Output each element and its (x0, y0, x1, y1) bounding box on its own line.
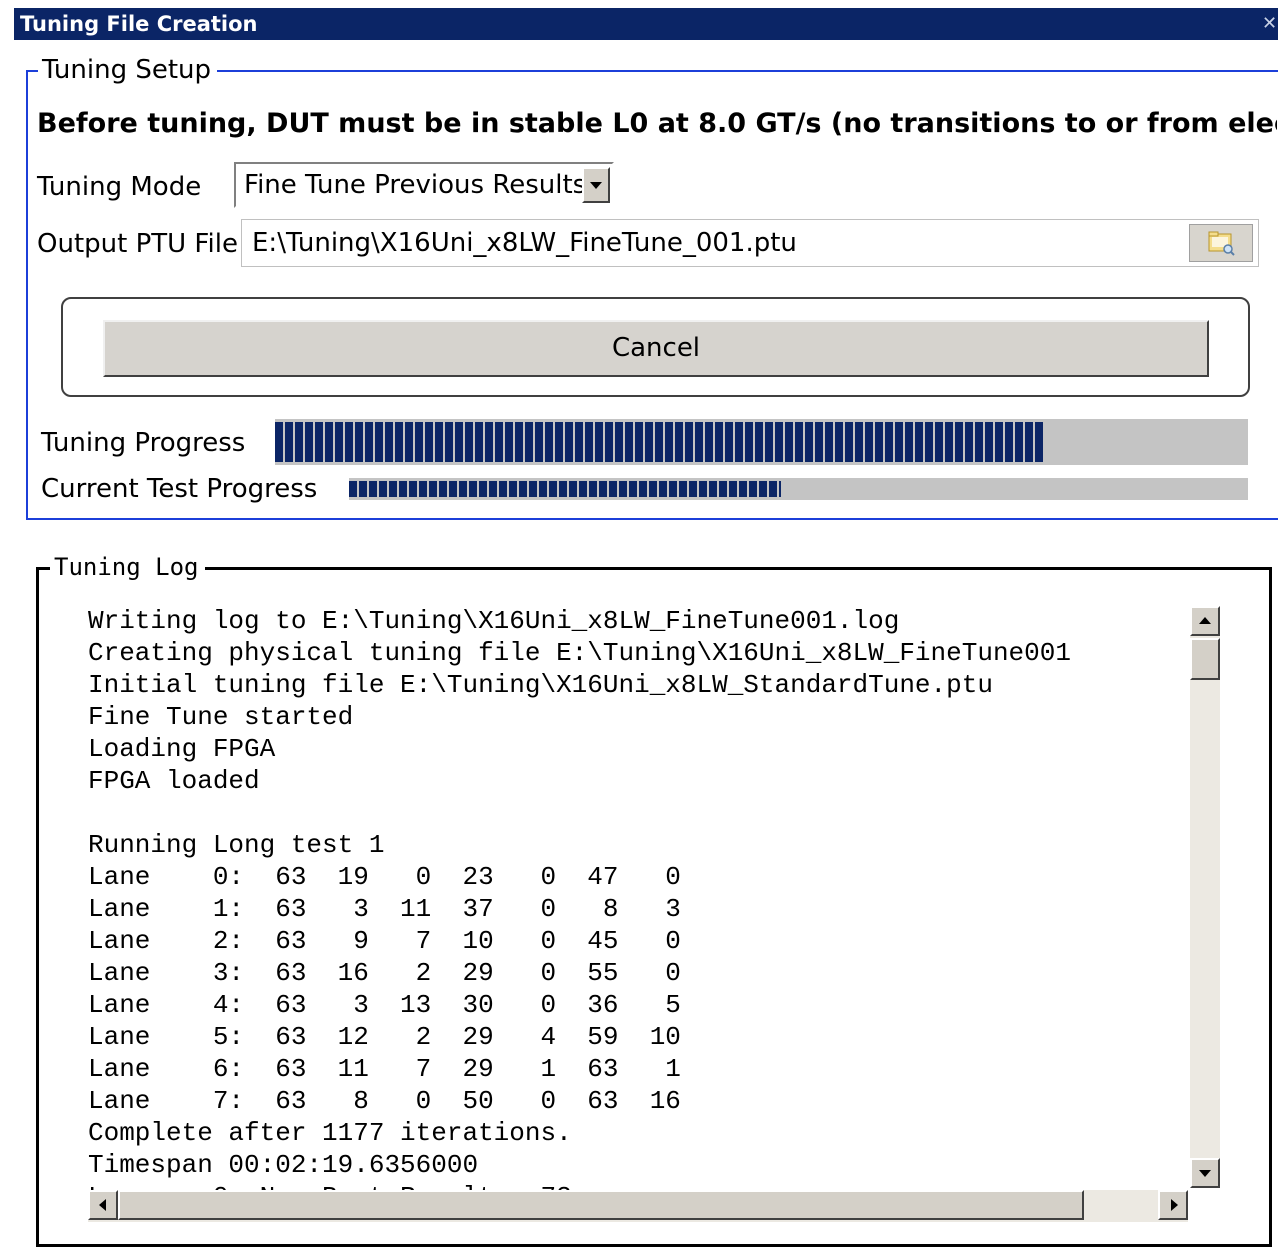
horizontal-scroll-thumb[interactable] (118, 1190, 1084, 1220)
chevron-down-icon[interactable] (582, 167, 610, 203)
log-line: Lane 5: 63 12 2 29 4 59 10 (88, 1022, 681, 1052)
dut-warning-text: Before tuning, DUT must be in stable L0 … (37, 108, 1277, 139)
current-test-progress-fill (349, 481, 781, 497)
log-vertical-scrollbar[interactable] (1190, 606, 1220, 1188)
tuning-setup-legend: Tuning Setup (38, 54, 218, 86)
scroll-right-icon[interactable] (1158, 1190, 1188, 1220)
window-title: Tuning File Creation (20, 12, 258, 36)
log-line: Lane 1: 63 3 11 37 0 8 3 (88, 894, 681, 924)
tuning-log-legend: Tuning Log (50, 553, 205, 581)
log-line: FPGA loaded (88, 766, 260, 796)
log-line: Creating physical tuning file E:\Tuning\… (88, 638, 1071, 668)
scroll-up-icon[interactable] (1190, 606, 1220, 636)
scroll-thumb[interactable] (1190, 638, 1220, 680)
tuning-progress-label: Tuning Progress (41, 428, 246, 458)
tuning-log-text[interactable]: Writing log to E:\Tuning\X16Uni_x8LW_Fin… (88, 605, 1180, 1197)
log-line: Lane 7: 63 8 0 50 0 63 16 (88, 1086, 681, 1116)
folder-browse-icon (1208, 231, 1235, 256)
current-test-progress-bar (349, 478, 1248, 500)
log-line: Loading FPGA (88, 734, 276, 764)
log-line: Fine Tune started (88, 702, 354, 732)
log-line: Complete after 1177 iterations. (88, 1118, 572, 1148)
browse-button[interactable] (1189, 224, 1253, 262)
current-test-progress-label: Current Test Progress (41, 474, 318, 504)
close-icon[interactable]: ✕ (1262, 8, 1276, 40)
scroll-left-icon[interactable] (88, 1190, 118, 1220)
tuning-mode-label: Tuning Mode (37, 172, 202, 202)
log-horizontal-scrollbar[interactable] (88, 1190, 1188, 1222)
tuning-mode-value: Fine Tune Previous Results (244, 170, 587, 200)
log-line: Lane 0: 63 19 0 23 0 47 0 (88, 862, 681, 892)
log-line: Lane 2: 63 9 7 10 0 45 0 (88, 926, 681, 956)
output-ptu-value: E:\Tuning\X16Uni_x8LW_FineTune_001.ptu (252, 228, 797, 258)
log-line: Timespan 00:02:19.6356000 (88, 1150, 479, 1180)
log-line: Lane 3: 63 16 2 29 0 55 0 (88, 958, 681, 988)
output-ptu-label: Output PTU File (37, 229, 238, 259)
cancel-button[interactable]: Cancel (103, 320, 1209, 377)
log-line: Initial tuning file E:\Tuning\X16Uni_x8L… (88, 670, 993, 700)
log-line: Running Long test 1 (88, 830, 385, 860)
tuning-progress-bar (275, 419, 1248, 465)
tuning-mode-select[interactable]: Fine Tune Previous Results (234, 162, 614, 208)
title-bar: Tuning File Creation ✕ (14, 8, 1278, 40)
log-line: Lane 4: 63 3 13 30 0 36 5 (88, 990, 681, 1020)
log-line: Lane 6: 63 11 7 29 1 63 1 (88, 1054, 681, 1084)
log-line: Writing log to E:\Tuning\X16Uni_x8LW_Fin… (88, 606, 900, 636)
tuning-progress-fill (275, 422, 1044, 462)
scroll-down-icon[interactable] (1190, 1158, 1220, 1188)
output-ptu-field[interactable]: E:\Tuning\X16Uni_x8LW_FineTune_001.ptu (241, 219, 1259, 267)
